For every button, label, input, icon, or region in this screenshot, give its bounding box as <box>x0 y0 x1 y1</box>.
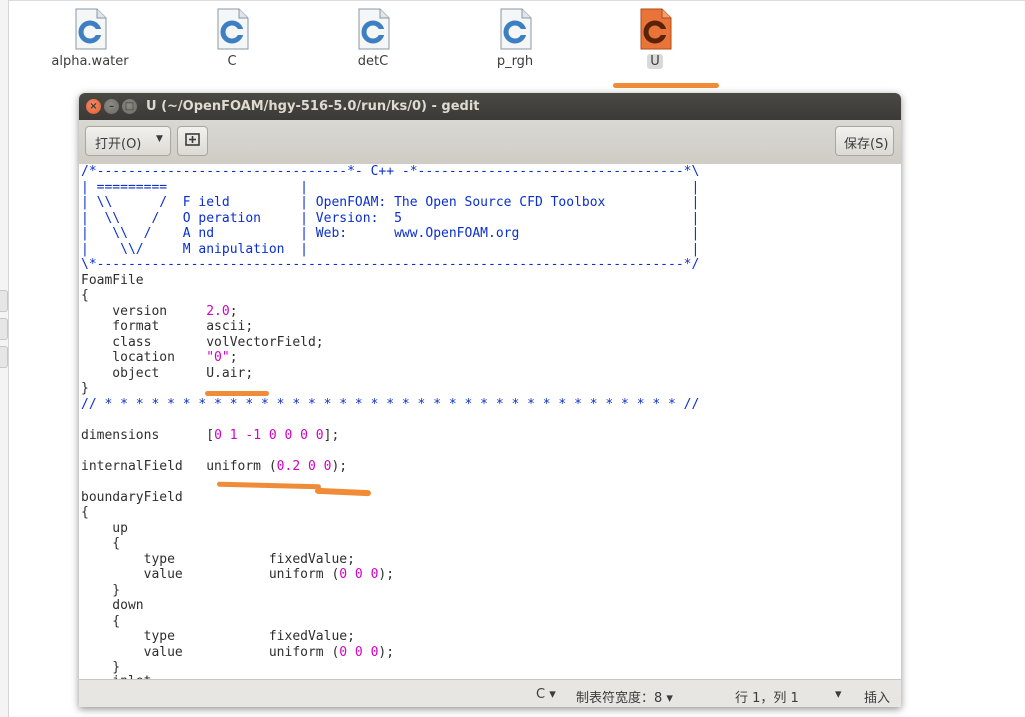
code-line: | \\ / O peration | Version: 5 | <box>81 211 700 226</box>
open-button-label: 打开(O) <box>95 137 142 152</box>
window-title: U (~/OpenFOAM/hgy-516-5.0/run/ks/0) - ge… <box>146 99 480 114</box>
save-button[interactable]: 保存(S) <box>835 126 894 156</box>
file-label: C <box>227 54 237 69</box>
c-source-file-icon-selected <box>638 8 672 50</box>
file-p-rgh[interactable]: p_rgh <box>465 8 565 69</box>
code-number: 0 1 -1 0 0 0 0 <box>214 428 324 443</box>
code-line: FoamFile <box>81 273 144 288</box>
file-label: p_rgh <box>496 54 534 69</box>
file-label: detC <box>357 54 389 69</box>
new-document-button[interactable] <box>177 126 208 156</box>
minimize-icon: – <box>109 101 114 112</box>
code-key: value uniform ( <box>81 567 340 582</box>
code-line: class volVectorField; <box>81 335 324 350</box>
file-label: alpha.water <box>51 54 129 69</box>
code-line: location "0"; <box>81 350 238 365</box>
chevron-down-icon: ▼ <box>156 134 163 144</box>
code-line: } <box>81 583 121 598</box>
save-button-label: 保存(S) <box>844 137 889 152</box>
file-manager-divider <box>9 0 1025 1</box>
file-detc[interactable]: detC <box>323 8 423 69</box>
language-selector[interactable]: C ▾ <box>536 687 556 702</box>
code-line: { <box>81 536 121 551</box>
code-line: down <box>81 598 144 613</box>
code-key: dimensions [ <box>81 428 215 443</box>
close-button[interactable]: × <box>86 99 101 114</box>
cursor-position: 行 1，列 1 <box>735 691 799 706</box>
code-line: type fixedValue; <box>81 552 355 567</box>
sidebar-handle[interactable] <box>0 346 8 368</box>
code-key: version <box>81 304 207 319</box>
c-source-file-icon <box>356 8 390 50</box>
c-source-file-icon <box>498 8 532 50</box>
maximize-icon: □ <box>124 101 135 112</box>
minimize-button[interactable]: – <box>104 99 119 114</box>
code-number: 2.0 <box>206 304 230 319</box>
maximize-button[interactable]: □ <box>122 99 137 114</box>
gedit-window: × – □ U (~/OpenFOAM/hgy-516-5.0/run/ks/0… <box>79 93 901 707</box>
chevron-down-icon[interactable]: ▾ <box>835 687 842 702</box>
code-line: { <box>81 288 89 303</box>
code-line: object U.air; <box>81 366 254 381</box>
window-titlebar[interactable]: × – □ U (~/OpenFOAM/hgy-516-5.0/run/ks/0… <box>79 93 901 120</box>
code-line: boundaryField <box>81 490 183 505</box>
c-source-file-icon <box>215 8 249 50</box>
file-u[interactable]: U <box>605 8 705 69</box>
file-alpha-water[interactable]: alpha.water <box>40 8 140 69</box>
annotation-underline <box>205 391 269 396</box>
close-icon: × <box>89 101 98 112</box>
code-key: internalField uniform ( <box>81 459 277 474</box>
c-source-file-icon <box>73 8 107 50</box>
code-line: } <box>81 660 121 675</box>
code-line: | \\ / F ield | OpenFOAM: The Open Sourc… <box>81 195 700 210</box>
new-document-icon <box>185 133 200 146</box>
status-bar: C ▾ 制表符宽度：8 ▾ 行 1，列 1 ▾ 插入 <box>79 679 901 707</box>
tab-width-selector[interactable]: 制表符宽度：8 ▾ <box>576 687 673 706</box>
file-manager-sidebar-edge <box>0 0 9 717</box>
code-line: version 2.0; <box>81 304 238 319</box>
code-string: "0" <box>206 350 230 365</box>
sidebar-handle[interactable] <box>0 290 8 312</box>
code-line: internalField uniform (0.2 0 0); <box>81 459 348 474</box>
code-key: value uniform ( <box>81 645 340 660</box>
code-line: | \\/ M anipulation | | <box>81 242 700 257</box>
insert-mode-indicator[interactable]: 插入 <box>864 687 890 706</box>
code-line: | \\ / A nd | Web: www.OpenFOAM.org | <box>81 226 700 241</box>
annotation-underline <box>613 83 719 88</box>
code-line: \*--------------------------------------… <box>81 257 700 272</box>
code-line: /*--------------------------------*- C++… <box>81 164 700 179</box>
sidebar-handle[interactable] <box>0 318 8 340</box>
code-line: value uniform (0 0 0); <box>81 645 395 660</box>
open-button[interactable]: 打开(O) ▼ <box>85 126 171 156</box>
annotation-underline <box>314 487 372 497</box>
file-label: U <box>605 54 705 69</box>
code-line: { <box>81 505 89 520</box>
text-editor[interactable]: /*--------------------------------*- C++… <box>79 164 901 679</box>
code-line: value uniform (0 0 0); <box>81 567 395 582</box>
code-line: format ascii; <box>81 319 254 334</box>
code-line: // * * * * * * * * * * * * * * * * * * *… <box>81 397 700 412</box>
annotation-underline <box>216 481 322 490</box>
code-line: { <box>81 614 121 629</box>
code-line: } <box>81 381 89 396</box>
code-number: 0 0 0 <box>339 645 379 660</box>
file-c[interactable]: C <box>182 8 282 69</box>
code-key: location <box>81 350 207 365</box>
code-number: 0.2 0 0 <box>276 459 332 474</box>
code-line: up <box>81 521 128 536</box>
code-number: 0 0 0 <box>339 567 379 582</box>
code-line: dimensions [0 1 -1 0 0 0 0]; <box>81 428 340 443</box>
code-line: type fixedValue; <box>81 629 355 644</box>
header-toolbar: 打开(O) ▼ 保存(S) <box>79 120 901 165</box>
code-line: | ========= | | <box>81 180 700 195</box>
